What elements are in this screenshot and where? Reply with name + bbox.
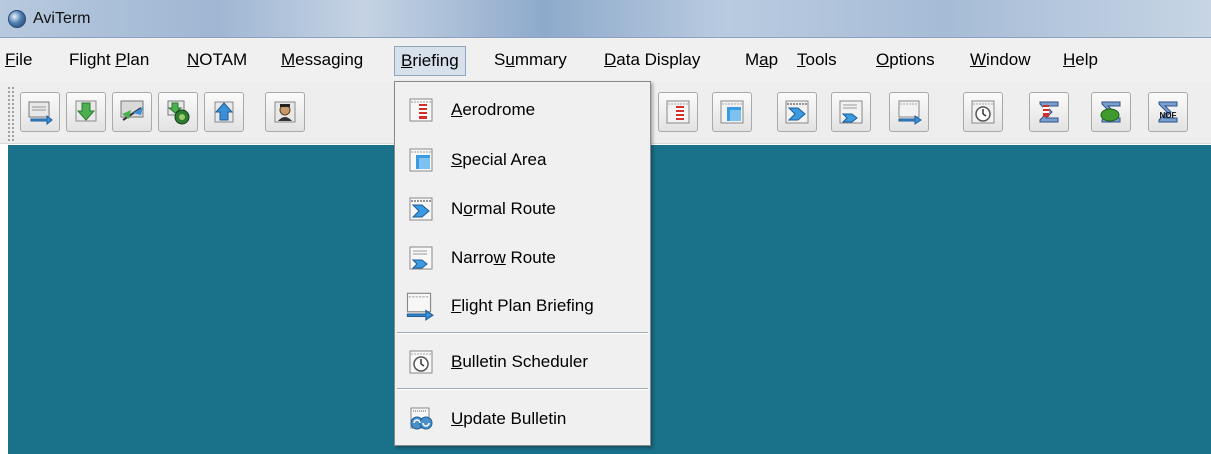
toolbar-area-summary-button[interactable] [1091, 92, 1131, 132]
menu-map[interactable]: Map [745, 49, 778, 73]
menu-item-bulletin-scheduler[interactable]: Bulletin Scheduler [395, 339, 650, 385]
download-icon [75, 100, 97, 122]
menu-item-label: Flight Plan Briefing [451, 296, 594, 315]
menu-separator [397, 332, 648, 334]
toolbar-narrow-route-button[interactable] [831, 92, 871, 132]
menu-item-flight-plan-briefing[interactable]: Flight Plan Briefing [395, 283, 650, 329]
upload-icon [214, 101, 234, 123]
normal-route-icon [785, 100, 809, 124]
aerodrome-summary-icon [1039, 101, 1059, 123]
toolbar-special-area-button[interactable] [712, 92, 752, 132]
menu-notam[interactable]: NOTAM [187, 49, 247, 73]
flight-plan-briefing-icon [898, 100, 922, 125]
toolbar-bulletin-scheduler-button[interactable] [963, 92, 1003, 132]
menu-item-aerodrome[interactable]: Aerodrome [395, 87, 650, 133]
menu-item-special-area[interactable]: Special Area [395, 137, 650, 183]
menu-summary[interactable]: Summary [494, 49, 567, 73]
toolbar-normal-route-button[interactable] [777, 92, 817, 132]
area-summary-icon [1100, 101, 1121, 123]
toolbar-upload-button[interactable] [204, 92, 244, 132]
menu-item-label: Narrow Route [451, 248, 556, 267]
update-bulletin-icon [410, 407, 433, 430]
narrow-route-icon [409, 246, 433, 270]
briefing-menu: Aerodrome Special Area Normal Route Narr… [394, 81, 651, 446]
nof-summary-icon: NOF [1158, 101, 1178, 123]
menu-item-narrow-route[interactable]: Narrow Route [395, 235, 650, 281]
receive-messages-icon [167, 100, 190, 125]
toolbar-message-exchange-button[interactable] [112, 92, 152, 132]
globe-icon [8, 10, 26, 28]
menu-separator [397, 388, 648, 390]
bulletin-scheduler-icon [971, 100, 995, 124]
menu-item-label: Aerodrome [451, 100, 536, 119]
menu-item-label: Update Bulletin [451, 409, 567, 428]
menu-tools[interactable]: Tools [797, 49, 837, 73]
menu-help[interactable]: Help [1063, 49, 1098, 73]
flight-plan-briefing-icon [406, 292, 434, 321]
title-bar[interactable]: AviTerm [0, 0, 1211, 38]
send-flight-plan-icon [28, 101, 53, 125]
aerodrome-icon [409, 98, 433, 122]
toolbar-operator-button[interactable] [265, 92, 305, 132]
special-area-icon [720, 100, 744, 124]
toolbar-flight-plan-briefing-button[interactable] [889, 92, 929, 132]
aerodrome-briefing-icon [666, 100, 690, 124]
toolbar-aerodrome-summary-button[interactable] [1029, 92, 1069, 132]
toolbar-send-flight-plan-button[interactable] [20, 92, 60, 132]
window-title: AviTerm [33, 10, 91, 27]
menu-bar: File Flight Plan NOTAM Messaging Briefin… [0, 38, 1211, 82]
operator-icon [274, 101, 296, 123]
menu-briefing[interactable]: Briefing [394, 46, 466, 76]
menu-options[interactable]: Options [876, 49, 935, 73]
toolbar-nof-summary-button[interactable]: NOF [1148, 92, 1188, 132]
menu-item-label: Normal Route [451, 199, 556, 218]
toolbar-aerodrome-briefing-button[interactable] [658, 92, 698, 132]
message-exchange-icon [120, 100, 144, 121]
menu-item-update-bulletin[interactable]: Update Bulletin [395, 396, 650, 442]
menu-item-normal-route[interactable]: Normal Route [395, 186, 650, 232]
toolbar-grip[interactable] [7, 86, 15, 142]
menu-messaging[interactable]: Messaging [281, 49, 363, 73]
toolbar-receive-messages-button[interactable] [158, 92, 198, 132]
svg-text:NOF: NOF [1160, 111, 1177, 120]
menu-window[interactable]: Window [970, 49, 1030, 73]
menu-flight-plan[interactable]: Flight Plan [69, 49, 149, 73]
normal-route-icon [409, 197, 433, 221]
app-window: AviTerm File Flight Plan NOTAM Messaging… [0, 0, 1211, 454]
menu-file[interactable]: File [5, 49, 32, 73]
menu-data-display[interactable]: Data Display [604, 49, 700, 73]
menu-item-label: Bulletin Scheduler [451, 352, 589, 371]
special-area-icon [409, 148, 433, 172]
toolbar-download-button[interactable] [66, 92, 106, 132]
stopwatch-icon [409, 350, 433, 374]
menu-item-label: Special Area [451, 150, 547, 169]
narrow-route-icon [839, 100, 863, 124]
